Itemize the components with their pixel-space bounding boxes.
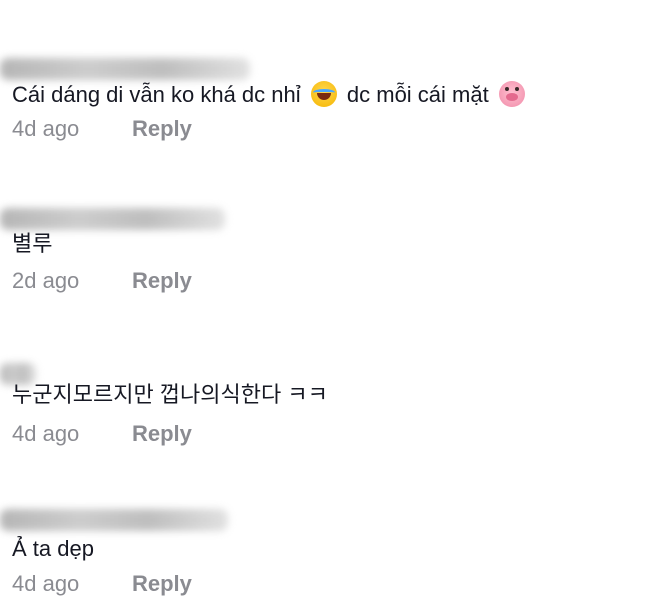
comment-text: Ả ta dẹp bbox=[12, 536, 94, 561]
comment-item: Ả ta dẹp 4d ago Reply bbox=[0, 455, 660, 611]
blurred-username bbox=[0, 208, 225, 230]
comment-text: 별루 bbox=[12, 231, 53, 256]
laughing-face-icon bbox=[310, 81, 337, 107]
pig-face-icon bbox=[498, 81, 525, 107]
comment-text: Cái dáng di vẫn ko khá dc nhỉ dc mỗi cái… bbox=[12, 81, 529, 109]
reply-button[interactable]: Reply bbox=[132, 421, 192, 447]
comment-timestamp: 2d ago bbox=[12, 268, 80, 293]
comment-text: 누군지모르지만 껍나의식한다 ㅋㅋ bbox=[12, 382, 328, 407]
comment-item: 누군지모르지만 껍나의식한다 ㅋㅋ 4d ago Reply bbox=[0, 305, 660, 455]
reply-button[interactable]: Reply bbox=[132, 116, 192, 142]
blurred-username bbox=[0, 58, 250, 80]
reply-button[interactable]: Reply bbox=[132, 571, 192, 597]
comment-text-part: dc mỗi cái mặt bbox=[346, 82, 489, 107]
comment-timestamp: 4d ago bbox=[12, 571, 80, 596]
comment-item: Cái dáng di vẫn ko khá dc nhỉ dc mỗi cái… bbox=[0, 0, 660, 150]
comment-text-part: Cái dáng di vẫn ko khá dc nhỉ bbox=[12, 82, 301, 107]
comment-timestamp: 4d ago bbox=[12, 421, 80, 446]
reply-button[interactable]: Reply bbox=[132, 268, 192, 294]
comment-timestamp: 4d ago bbox=[12, 116, 80, 141]
comment-item: 별루 2d ago Reply bbox=[0, 150, 660, 305]
blurred-username bbox=[0, 509, 228, 531]
